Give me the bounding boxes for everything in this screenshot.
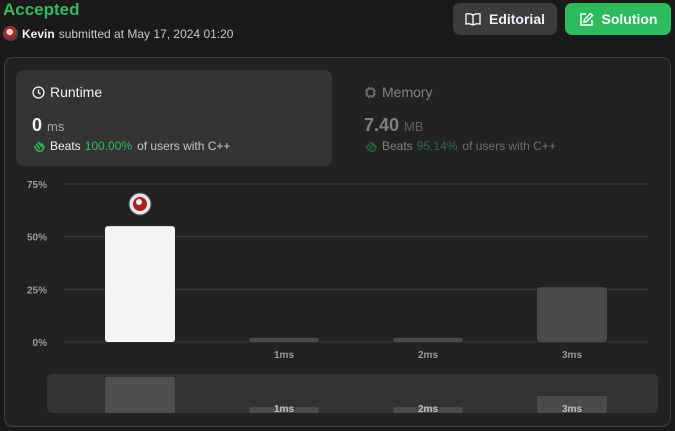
solution-button[interactable]: Solution: [565, 3, 671, 35]
overview-label: 2ms: [418, 404, 438, 415]
overview-bar: [105, 377, 175, 413]
book-icon: [465, 12, 481, 26]
avatar[interactable]: [3, 26, 18, 41]
y-tick-label: 25%: [27, 285, 47, 296]
bar: [537, 287, 607, 342]
solution-label: Solution: [601, 11, 658, 27]
y-tick-label: 50%: [27, 233, 47, 244]
x-tick-label: 2ms: [418, 350, 438, 361]
y-tick-label: 75%: [27, 180, 47, 191]
editorial-label: Editorial: [488, 11, 545, 27]
x-tick-label: 3ms: [562, 350, 582, 361]
bar: [249, 337, 319, 342]
runtime-distribution-chart: 0% 25% 50% 75% 1ms 2ms 3ms 1ms 2ms 3ms: [27, 180, 658, 415]
overview-label: 1ms: [274, 404, 294, 415]
status-accepted: Accepted: [3, 0, 80, 19]
submitted-at: submitted at May 17, 2024 01:20: [58, 26, 234, 41]
bar: [393, 337, 463, 342]
x-tick-label: 1ms: [274, 350, 294, 361]
editorial-button[interactable]: Editorial: [453, 3, 557, 35]
username[interactable]: Kevin: [22, 27, 55, 41]
user-avatar-marker-face: [136, 199, 142, 205]
performance-panel: Runtime 0 ms Beats 100.00% of users with…: [4, 57, 671, 427]
y-tick-label: 0%: [33, 338, 48, 349]
edit-icon: [579, 11, 594, 27]
overview-label: 3ms: [562, 404, 582, 415]
submission-info: Kevin submitted at May 17, 2024 01:20: [3, 26, 233, 41]
bar: [105, 226, 175, 342]
